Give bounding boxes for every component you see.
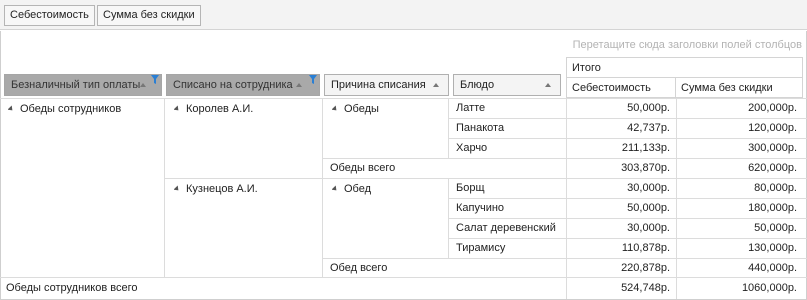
dish-name: Капучино [456,202,505,214]
value-cell[interactable]: 50,000р. [677,219,803,238]
column-group-total: Итого [566,57,803,77]
value-cell[interactable]: 130,000р. [677,239,803,258]
row-group-label: Обеды [344,103,379,115]
sort-icon[interactable] [433,83,439,87]
row-header-payment-type[interactable]: Безналичный тип оплаты [4,74,162,96]
sort-icon[interactable] [140,83,146,87]
subtotal-value[interactable]: 220,878р. [567,259,676,277]
sort-icon[interactable] [296,83,302,87]
dish-name: Салат деревенский [456,222,556,234]
value-cell[interactable]: 200,000р. [677,99,803,118]
row-group-label: Обеды сотрудников [20,103,122,115]
row-group-employee[interactable]: Королев А.И. [174,100,314,118]
row-header-label: Блюдо [460,79,495,91]
grid-line [164,98,165,277]
value-cell[interactable]: 50,000р. [567,99,676,118]
value-cell[interactable]: 30,000р. [567,179,676,198]
value-cell[interactable]: 50,000р. [567,199,676,218]
subtotal-value[interactable]: 303,870р. [567,159,676,178]
grand-total-value[interactable]: 1060,000р. [677,278,803,298]
value-cell[interactable]: 42,737р. [567,119,676,138]
filter-field-sum[interactable]: Сумма без скидки [97,5,201,26]
collapse-triangle-icon[interactable] [332,185,339,193]
dish-name: Тирамису [456,242,506,254]
dish-name: Панакота [456,122,505,134]
filter-funnel-icon[interactable] [151,75,159,84]
dish-name: Харчо [456,142,488,154]
row-group-label: Кузнецов А.И. [186,183,258,195]
row-group-reason[interactable]: Обед [332,180,442,198]
dish-name: Латте [456,102,486,114]
value-cell[interactable]: 110,878р. [567,239,676,258]
row-group-label: Королев А.И. [186,103,254,115]
sort-icon[interactable] [545,83,551,87]
row-header-label: Причина списания [331,79,426,91]
grand-total-value[interactable]: 524,748р. [567,278,676,298]
value-cell[interactable]: 300,000р. [677,139,803,158]
subtotal-value[interactable]: 620,000р. [677,159,803,178]
value-cell[interactable]: 211,133р. [567,139,676,158]
row-group-label: Обед [344,183,372,195]
grid-line [448,98,449,158]
row-header-label: Списано на сотрудника [173,79,293,91]
subtotal-label: Обед всего [330,262,388,274]
value-header-sum[interactable]: Сумма без скидки [676,77,803,98]
row-header-reason[interactable]: Причина списания [324,74,449,96]
value-cell[interactable]: 30,000р. [567,219,676,238]
value-cell[interactable]: 80,000р. [677,179,803,198]
filter-field-cost[interactable]: Себестоимость [4,5,95,26]
subtotal-value[interactable]: 440,000р. [677,259,803,277]
value-cell[interactable]: 180,000р. [677,199,803,218]
grid-line [322,98,323,277]
row-header-label: Безналичный тип оплаты [11,79,141,91]
grid-line [448,178,449,258]
filter-area: Себестоимость Сумма без скидки [0,0,807,30]
collapse-triangle-icon[interactable] [174,185,181,193]
column-drop-hint[interactable]: Перетащите сюда заголовки полей столбцов [540,39,802,51]
value-cell[interactable]: 120,000р. [677,119,803,138]
grand-total-label: Обеды сотрудников всего [6,282,138,294]
value-header-cost[interactable]: Себестоимость [566,77,676,98]
collapse-triangle-icon[interactable] [332,105,339,113]
collapse-triangle-icon[interactable] [8,105,15,113]
subtotal-label: Обеды всего [330,162,396,174]
collapse-triangle-icon[interactable] [174,105,181,113]
row-group-employee[interactable]: Кузнецов А.И. [174,180,314,198]
row-group-reason[interactable]: Обеды [332,100,442,118]
filter-funnel-icon[interactable] [309,75,317,84]
row-group-payment[interactable]: Обеды сотрудников [8,100,158,118]
dish-name: Борщ [456,182,485,194]
